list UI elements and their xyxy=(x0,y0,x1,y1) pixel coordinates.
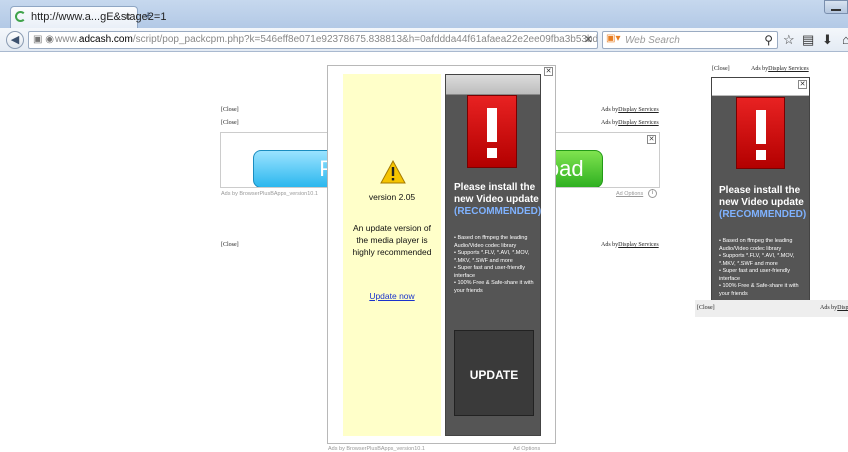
lock-icon: ▣ ◉ xyxy=(33,34,54,45)
stop-button[interactable]: ✕ xyxy=(584,33,593,46)
ads-by-label: Ads byDisplay Services xyxy=(601,107,659,113)
back-button[interactable]: ◀ xyxy=(6,31,24,49)
warning-red-icon xyxy=(736,97,785,169)
display-services-link[interactable]: Display Services xyxy=(618,120,659,126)
home-icon[interactable]: ⌂ xyxy=(842,32,848,47)
loading-icon xyxy=(15,11,26,22)
side-install-title: Please install the new Video update (REC… xyxy=(719,185,807,220)
url-domain: adcash.com xyxy=(78,34,133,45)
download-icon[interactable]: ⬇ xyxy=(822,32,833,48)
close-link[interactable]: [Close] xyxy=(697,305,715,311)
version-label: version 2.05 xyxy=(368,192,416,202)
side-feature-list: • Based on ffmpeg the leading Audio/Vide… xyxy=(719,238,799,297)
exclamation-icon xyxy=(755,110,766,144)
ads-by-label: Ads byDisplay Services xyxy=(601,242,659,248)
ad-options-link[interactable]: Ad Options xyxy=(513,446,540,452)
close-link[interactable]: [Close] xyxy=(712,66,730,72)
popup-close-button[interactable]: ✕ xyxy=(544,67,553,76)
display-services-link[interactable]: Display Services xyxy=(768,66,809,72)
browser-tab[interactable]: http://www.a...gE&stage2=1 × xyxy=(10,6,166,28)
ad-options-link[interactable]: Ad Options xyxy=(616,191,643,197)
close-link[interactable]: [Close] xyxy=(221,107,239,113)
close-link[interactable]: [Close] xyxy=(221,120,239,126)
minimize-button[interactable] xyxy=(824,0,848,14)
display-services-link[interactable]: Display Services xyxy=(618,107,659,113)
display-services-link[interactable]: Display Services xyxy=(837,305,848,311)
exclamation-icon xyxy=(487,108,497,142)
update-popup: ✕ version 2.05 An update version of the … xyxy=(327,65,556,444)
close-icon[interactable]: ✕ xyxy=(647,135,656,144)
url-path: /script/pop_packcpm.php?k=546eff8e071e92… xyxy=(132,34,598,45)
search-engine-icon[interactable]: ▣▾ xyxy=(606,33,620,44)
side-recommended-label: (RECOMMENDED) xyxy=(719,209,807,220)
tab-close-button[interactable]: × xyxy=(124,10,131,24)
update-info-panel: version 2.05 An update version of the me… xyxy=(343,74,441,436)
bookmark-star-icon[interactable]: ☆ xyxy=(783,32,795,48)
ads-by-label: Ads byDisplay Services xyxy=(601,120,659,126)
install-panel[interactable]: Please install the new Video update (REC… xyxy=(445,74,541,436)
search-bar[interactable]: ▣▾ ⚲ xyxy=(602,31,778,49)
feature-list: • Based on ffmpeg the leading Audio/Vide… xyxy=(454,235,534,294)
panel-top-bar xyxy=(446,75,540,95)
tab-bar: http://www.a...gE&stage2=1 × + xyxy=(0,0,848,28)
ads-by-label: Ads byDisplay Services xyxy=(820,305,848,311)
clipboard-icon[interactable]: ▤ xyxy=(802,32,814,48)
back-icon: ◀ xyxy=(10,34,20,46)
warning-red-icon xyxy=(467,95,517,168)
new-tab-button[interactable]: + xyxy=(144,7,152,23)
search-icon[interactable]: ⚲ xyxy=(764,33,773,47)
url-bar[interactable]: ▣ ◉ www.adcash.com/script/pop_packcpm.ph… xyxy=(28,31,598,49)
side-ad-close-icon[interactable]: ✕ xyxy=(798,80,807,89)
url-prefix: www. xyxy=(55,34,79,45)
ads-by-label: Ads byDisplay Services xyxy=(751,66,809,72)
search-input[interactable] xyxy=(625,34,755,47)
side-ad-top-bar: ✕ xyxy=(712,78,809,96)
banner-footer: Ads by BrowserPlusBApps_version10.1 xyxy=(221,191,318,197)
warning-icon xyxy=(380,160,406,184)
update-button[interactable]: UPDATE xyxy=(454,330,534,416)
side-install-ad[interactable]: ✕ Please install the new Video update (R… xyxy=(711,77,810,301)
install-title: Please install the new Video update (REC… xyxy=(454,182,542,217)
close-link[interactable]: [Close] xyxy=(221,242,239,248)
side-ad-footer-bar: [Close] Ads byDisplay Services xyxy=(695,300,848,317)
navigation-bar: ◀ ▣ ◉ www.adcash.com/script/pop_packcpm.… xyxy=(0,28,848,52)
info-icon[interactable]: i xyxy=(648,189,657,198)
popup-footer: Ads by BrowserPlusBApps_version10.1 xyxy=(328,446,425,452)
update-now-link[interactable]: Update now xyxy=(343,291,441,301)
update-description: An update version of the media player is… xyxy=(352,223,432,257)
recommended-label: (RECOMMENDED) xyxy=(454,206,542,217)
display-services-link[interactable]: Display Services xyxy=(618,242,659,248)
